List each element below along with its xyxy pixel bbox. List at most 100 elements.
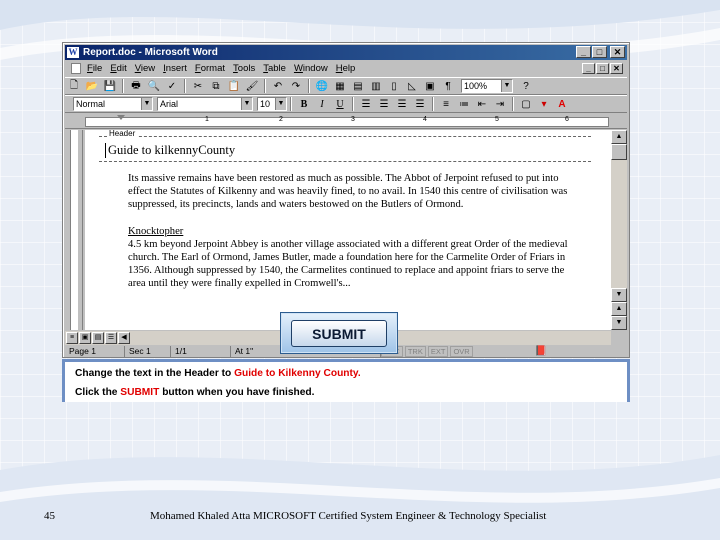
status-pages: 1/1	[171, 346, 231, 357]
toolbar-separator	[432, 97, 434, 111]
status-trk[interactable]: TRK	[404, 346, 426, 357]
outline-view-icon[interactable]: ☰	[105, 332, 117, 344]
chevron-down-icon[interactable]: ▼	[241, 98, 252, 110]
align-left-icon[interactable]: ☰	[357, 96, 375, 112]
menu-window[interactable]: Window	[294, 63, 334, 74]
maximize-button[interactable]: □	[592, 46, 607, 58]
close-button[interactable]: ✕	[610, 46, 625, 58]
menu-table[interactable]: Table	[263, 63, 292, 74]
insert-excel-icon[interactable]: ▥	[367, 78, 385, 94]
hyperlink-icon[interactable]: 🌐	[313, 78, 331, 94]
ruler-number: 2	[279, 116, 283, 123]
normal-view-icon[interactable]: ≡	[66, 332, 78, 344]
scroll-up-icon[interactable]: ▲	[611, 130, 627, 144]
open-folder-icon[interactable]: 📂	[83, 78, 101, 94]
doc-close-button[interactable]: ✕	[610, 63, 623, 74]
align-right-icon[interactable]: ☰	[393, 96, 411, 112]
drawing-icon[interactable]: ◺	[403, 78, 421, 94]
redo-icon[interactable]: ↷	[287, 78, 305, 94]
insert-table-icon[interactable]: ▤	[349, 78, 367, 94]
status-section: Sec 1	[125, 346, 171, 357]
indent-marker-icon[interactable]	[117, 115, 125, 120]
font-size-select[interactable]: 10 ▼	[257, 97, 287, 111]
menu-edit[interactable]: Edit	[110, 63, 132, 74]
menu-view[interactable]: View	[135, 63, 161, 74]
paste-icon[interactable]: 📋	[225, 78, 243, 94]
document-map-icon[interactable]: ▣	[421, 78, 439, 94]
print-preview-icon[interactable]: 🔍	[145, 78, 163, 94]
justify-icon[interactable]: ☰	[411, 96, 429, 112]
previous-page-icon[interactable]: ▲	[611, 302, 627, 316]
web-layout-icon[interactable]: ▣	[79, 332, 91, 344]
cut-icon[interactable]: ✂	[189, 78, 207, 94]
instruction-line-2: Click the SUBMIT button when you have fi…	[75, 387, 314, 398]
menu-insert[interactable]: Insert	[163, 63, 193, 74]
ruler-number: 5	[495, 116, 499, 123]
document-controls: _ □ ✕	[582, 63, 623, 74]
header-area[interactable]: Header Guide to kilkennyCounty	[99, 130, 591, 162]
spelling-icon[interactable]: ✓	[163, 78, 181, 94]
menu-format[interactable]: Format	[195, 63, 231, 74]
style-select[interactable]: Normal ▼	[73, 97, 153, 111]
bullets-icon[interactable]: ≔	[455, 96, 473, 112]
underline-button[interactable]: U	[331, 96, 349, 112]
print-layout-icon[interactable]: ▤	[92, 332, 104, 344]
scroll-thumb[interactable]	[611, 144, 627, 160]
status-ovr[interactable]: OVR	[450, 346, 473, 357]
font-select[interactable]: Arial ▼	[157, 97, 253, 111]
zoom-select[interactable]: 100% ▼	[461, 79, 513, 93]
decrease-indent-icon[interactable]: ⇤	[473, 96, 491, 112]
increase-indent-icon[interactable]: ⇥	[491, 96, 509, 112]
document-body: Its massive remains have been restored a…	[128, 172, 578, 304]
toolbar-separator	[352, 97, 354, 111]
columns-icon[interactable]: ▯	[385, 78, 403, 94]
next-page-icon[interactable]: ▼	[611, 316, 627, 330]
chevron-down-icon[interactable]: ▼	[141, 98, 152, 110]
spelling-status-icon[interactable]: 📕	[535, 346, 547, 357]
section-heading: Knocktopher	[128, 225, 184, 237]
italic-button[interactable]: I	[313, 96, 331, 112]
new-document-icon[interactable]: 🗋	[65, 78, 83, 94]
chevron-down-icon[interactable]: ▼	[275, 98, 286, 110]
bold-button[interactable]: B	[295, 96, 313, 112]
font-color-icon[interactable]: A	[553, 96, 571, 112]
save-icon[interactable]: 💾	[101, 78, 119, 94]
format-painter-icon[interactable]: 🖌	[243, 78, 261, 94]
word-window: W Report.doc - Microsoft Word _ □ ✕ File…	[62, 42, 630, 358]
header-text[interactable]: Guide to kilkennyCounty	[105, 143, 235, 158]
instruction-highlight: Guide to Kilkenny County.	[234, 368, 361, 379]
font-value: Arial	[160, 99, 179, 109]
tables-borders-icon[interactable]: ▦	[331, 78, 349, 94]
doc-minimize-button[interactable]: _	[582, 63, 595, 74]
toolbar-separator	[122, 79, 124, 93]
standard-toolbar: 🗋 📂 💾 🖶 🔍 ✓ ✂ ⧉ 📋 🖌 ↶ ↷ 🌐 ▦ ▤ ▥ ▯ ◺ ▣ ¶ …	[65, 77, 627, 95]
instruction-text: Click the	[75, 387, 121, 398]
doc-restore-button[interactable]: □	[596, 63, 609, 74]
undo-icon[interactable]: ↶	[269, 78, 287, 94]
vertical-ruler	[65, 130, 83, 330]
numbering-icon[interactable]: ≡	[437, 96, 455, 112]
help-icon[interactable]: ?	[517, 78, 535, 94]
scroll-left-icon[interactable]: ◀	[118, 332, 130, 344]
document-icon[interactable]	[71, 63, 81, 74]
show-hide-icon[interactable]: ¶	[439, 78, 457, 94]
document-page[interactable]: Header Guide to kilkennyCounty Its massi…	[85, 130, 611, 330]
menu-tools[interactable]: Tools	[233, 63, 261, 74]
body-paragraph: Its massive remains have been restored a…	[128, 173, 568, 211]
menu-bar: File Edit View Insert Format Tools Table…	[65, 61, 627, 76]
formatting-toolbar: Normal ▼ Arial ▼ 10 ▼ B I U ☰ ☰ ☰ ☰ ≡ ≔ …	[65, 95, 627, 113]
chevron-down-icon[interactable]: ▼	[501, 80, 512, 92]
highlight-icon[interactable]: ▾	[535, 96, 553, 112]
print-icon[interactable]: 🖶	[127, 78, 145, 94]
vertical-scrollbar[interactable]: ▲ ▼ ▲ ▼	[611, 130, 627, 330]
copy-icon[interactable]: ⧉	[207, 78, 225, 94]
menu-file[interactable]: File	[87, 63, 108, 74]
word-app-icon: W	[67, 47, 79, 58]
status-ext[interactable]: EXT	[427, 346, 449, 357]
minimize-button[interactable]: _	[576, 46, 591, 58]
borders-icon[interactable]: ▢	[517, 96, 535, 112]
menu-help[interactable]: Help	[336, 63, 362, 74]
submit-button[interactable]: SUBMIT	[291, 320, 387, 347]
align-center-icon[interactable]: ☰	[375, 96, 393, 112]
scroll-down-icon[interactable]: ▼	[611, 288, 627, 302]
